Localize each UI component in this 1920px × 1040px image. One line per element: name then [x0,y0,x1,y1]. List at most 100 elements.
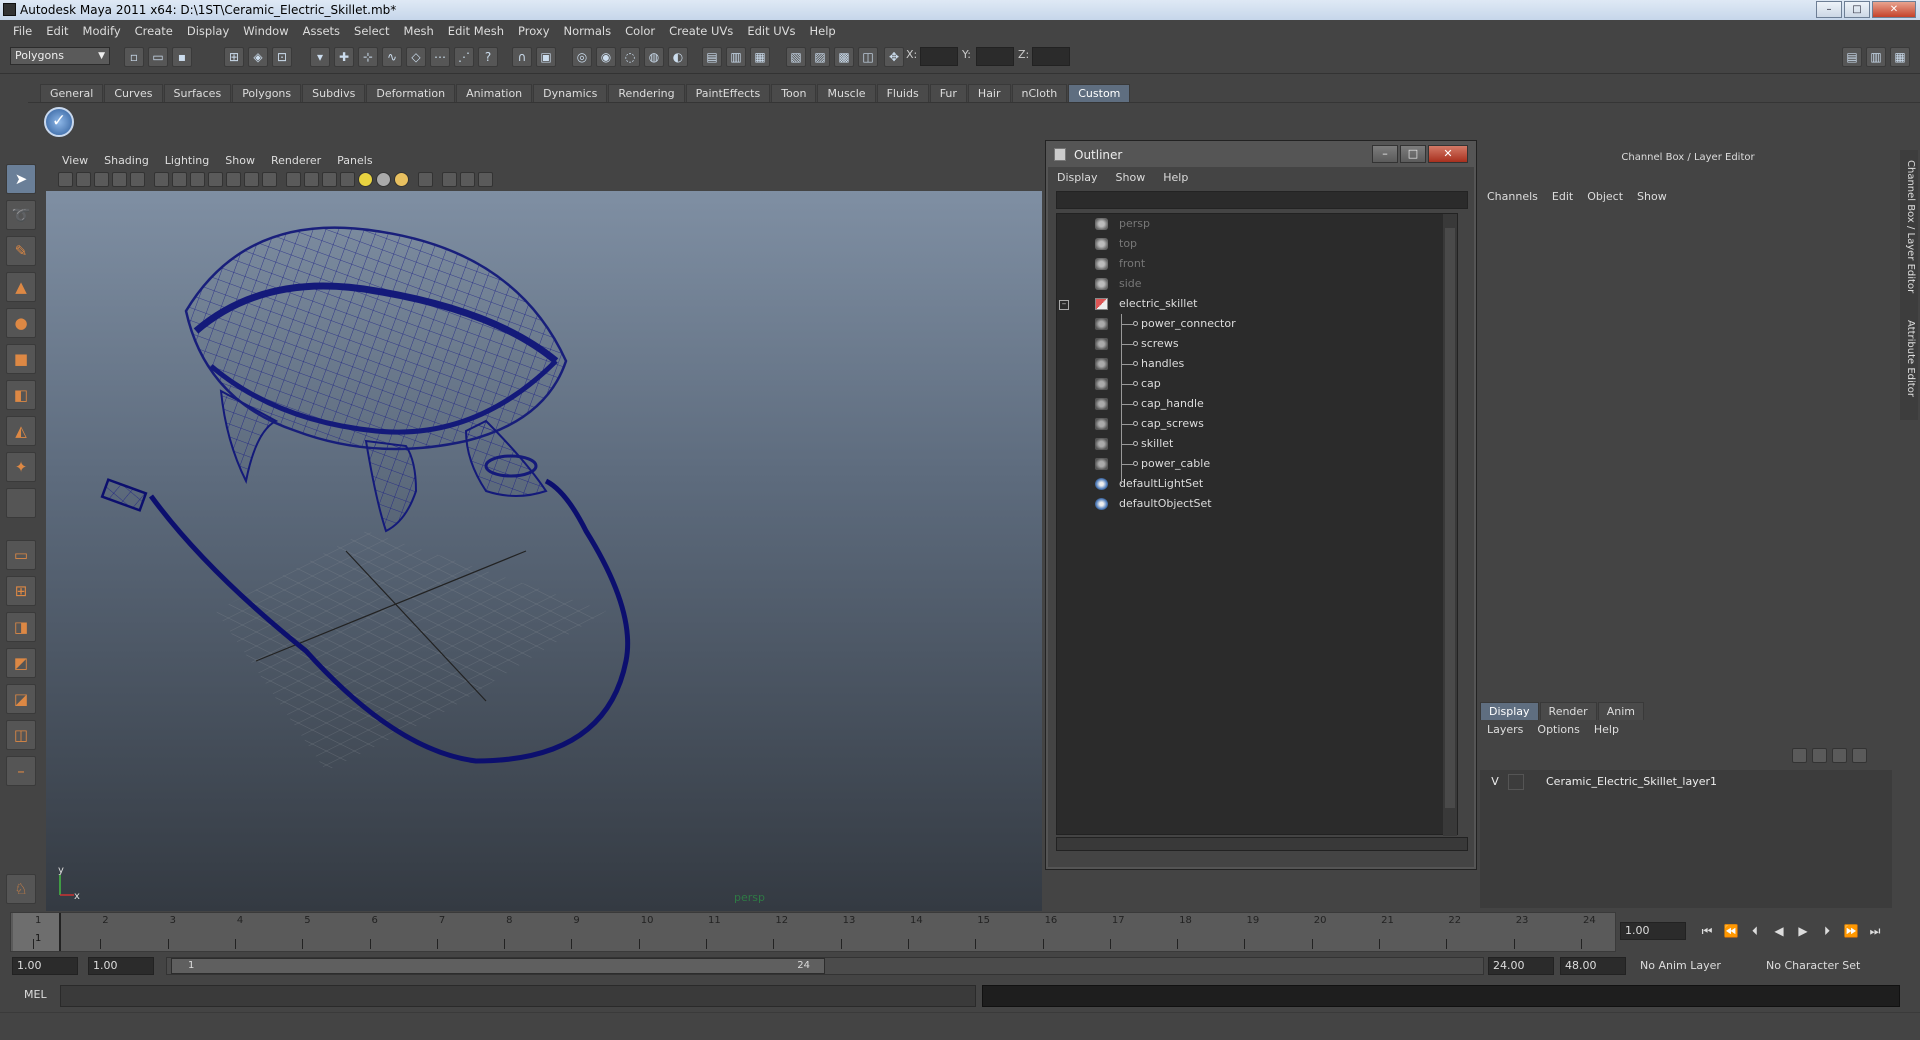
default-light-icon[interactable] [358,172,373,187]
snap-curve-icon[interactable]: ✚ [334,47,354,67]
toggle-tool-settings-icon[interactable]: ▥ [1866,47,1886,67]
hypershade-layout-icon[interactable]: ◪ [6,684,36,714]
selection-mask-icon[interactable]: ▣ [536,47,556,67]
maximize-button[interactable]: □ [1844,1,1870,18]
cb-menu-show[interactable]: Show [1630,190,1674,203]
render-view-icon[interactable]: ◐ [668,47,688,67]
move-layer-up-icon[interactable] [1832,748,1847,763]
minimize-button[interactable]: – [1816,1,1842,18]
shelf-tab-animation[interactable]: Animation [456,84,533,102]
grid-toggle-icon[interactable]: ▨ [810,47,830,67]
menu-file[interactable]: File [6,24,39,38]
grid-icon[interactable] [154,172,169,187]
outliner-menu-display[interactable]: Display [1048,171,1107,189]
layout-more-icon[interactable]: – [6,756,36,786]
new-scene-icon[interactable]: ▫ [124,47,144,67]
new-layer-icon[interactable] [1792,748,1807,763]
shelf-tab-surfaces[interactable]: Surfaces [163,84,232,102]
layer-tab-render[interactable]: Render [1539,702,1597,720]
step-forward-key-icon[interactable]: ⏩ [1842,922,1860,940]
outliner-item[interactable]: front [1057,254,1437,274]
select-hierarchy-icon[interactable]: ⊞ [224,47,244,67]
shelf-tab-fur[interactable]: Fur [929,84,967,102]
help-icon[interactable]: ? [478,47,498,67]
step-back-frame-icon[interactable]: ⏴ [1746,922,1764,940]
menu-edit-mesh[interactable]: Edit Mesh [441,24,511,38]
wireframe-on-shaded-icon[interactable] [322,172,337,187]
wireframe-shading-icon[interactable] [286,172,301,187]
playback-start-field[interactable]: 1.00 [88,957,154,975]
time-slider[interactable]: 1 1 2 3 4 5 6 7 8 9 10 11 12 13 14 15 16 17 18 19 20 21 22 23 2… [10,912,1616,952]
safe-action-icon[interactable] [244,172,259,187]
camera-attributes-icon[interactable]: ▧ [786,47,806,67]
xray-joints-icon[interactable] [460,172,475,187]
xray-shading-icon[interactable] [442,172,457,187]
wireframe-icon[interactable]: ◫ [858,47,878,67]
camera-attribute-icon[interactable] [76,172,91,187]
character-set-dropdown[interactable]: No Character Set [1762,957,1882,975]
persp-graph-layout-icon[interactable]: ◩ [6,648,36,678]
menu-edit[interactable]: Edit [39,24,75,38]
film-gate-icon[interactable] [172,172,187,187]
shelf-tab-subdivs[interactable]: Subdivs [302,84,366,102]
save-scene-icon[interactable]: ▪ [172,47,192,67]
menu-select[interactable]: Select [347,24,396,38]
universal-manipulator-icon[interactable]: ◧ [6,380,36,410]
four-view-layout-icon[interactable]: ⊞ [6,576,36,606]
outliner-vscroll[interactable] [1443,214,1457,836]
menu-modify[interactable]: Modify [76,24,128,38]
outliner-filter-input[interactable] [1056,191,1468,209]
layer-menu-help[interactable]: Help [1587,723,1626,736]
side-tab-channel-box[interactable]: Channel Box / Layer Editor [1902,160,1916,293]
menu-help[interactable]: Help [803,24,843,38]
outliner-item[interactable]: side [1057,274,1437,294]
range-slider[interactable]: 1 24 [166,957,1484,975]
single-perspective-layout-icon[interactable]: ▭ [6,540,36,570]
layer-tab-display[interactable]: Display [1480,702,1539,720]
persp-outliner-layout-icon[interactable]: ◨ [6,612,36,642]
playback-end-field[interactable]: 24.00 [1488,957,1554,975]
layer-visibility-toggle[interactable]: V [1488,774,1502,790]
toggle-attribute-editor-icon[interactable]: ▤ [1842,47,1862,67]
lock-icon[interactable]: ▦ [750,47,770,67]
soft-modification-icon[interactable]: ◭ [6,416,36,446]
toggle-channel-box-icon[interactable]: ▦ [1890,47,1910,67]
shelf-tab-ncloth[interactable]: nCloth [1011,84,1068,102]
menu-create[interactable]: Create [128,24,180,38]
all-lights-icon[interactable] [376,172,391,187]
select-object-icon[interactable]: ◈ [248,47,268,67]
outliner-hscroll[interactable] [1056,837,1468,851]
rotate-tool-icon[interactable]: ● [6,308,36,338]
outliner-item[interactable]: persp [1057,214,1437,234]
select-tool-icon[interactable]: ➤ [6,164,36,194]
paint-select-tool-icon[interactable]: ✎ [6,236,36,266]
y-input[interactable] [976,47,1014,66]
rabbit-icon[interactable]: ♘ [6,874,36,904]
transform-field-icon[interactable]: ✥ [884,47,904,67]
resolution-gate-icon[interactable] [190,172,205,187]
cb-menu-edit[interactable]: Edit [1545,190,1580,203]
textured-icon[interactable] [340,172,355,187]
shelf-tab-rendering[interactable]: Rendering [608,84,685,102]
output-ops-icon[interactable]: ▥ [726,47,746,67]
magnet-icon[interactable]: ∩ [512,47,532,67]
step-back-key-icon[interactable]: ⏪ [1722,922,1740,940]
vp-menu-view[interactable]: View [54,154,96,167]
persp-graph-hypergraph-layout-icon[interactable]: ◫ [6,720,36,750]
ipr-render-icon[interactable]: ◉ [596,47,616,67]
shelf-tab-fluids[interactable]: Fluids [876,84,929,102]
new-layer-selected-icon[interactable] [1812,748,1827,763]
outliner-titlebar[interactable]: Outliner – □ ✕ [1048,143,1474,167]
smooth-shading-icon[interactable] [304,172,319,187]
vp-menu-panels[interactable]: Panels [329,154,380,167]
2d-pan-zoom-icon[interactable] [130,172,145,187]
gate-mask-icon[interactable] [208,172,223,187]
shelf-tab-hair[interactable]: Hair [967,84,1011,102]
outliner-maximize-button[interactable]: □ [1400,145,1426,163]
snap-grid-icon[interactable]: ▾ [310,47,330,67]
move-tool-icon[interactable]: ▲ [6,272,36,302]
xray-icon[interactable]: ▩ [834,47,854,67]
select-component-icon[interactable]: ⊡ [272,47,292,67]
menu-proxy[interactable]: Proxy [511,24,557,38]
layer-menu-layers[interactable]: Layers [1480,723,1530,736]
